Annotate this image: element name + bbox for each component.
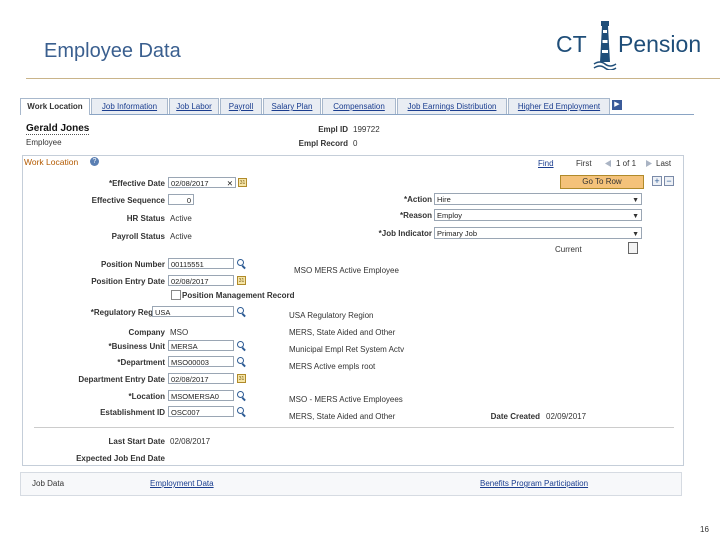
payroll-status-value: Active [170,232,192,241]
company-label: Company [128,328,165,337]
action-select[interactable]: Hire ▼ [434,193,642,205]
last-start-date-label: Last Start Date [108,437,165,446]
hr-status-label: HR Status [126,214,165,223]
tab-job-earnings-distribution[interactable]: Job Earnings Distribution [397,98,507,114]
chevron-down-icon: ▼ [632,213,639,220]
page-number: 16 [700,525,709,534]
position-management-label: Position Management Record [182,291,295,300]
effective-date-input[interactable]: 02/08/2017 ✕ [168,177,236,188]
payroll-status-label: Payroll Status [111,232,165,241]
tab-compensation[interactable]: Compensation [322,98,396,114]
position-management-checkbox[interactable] [171,290,181,300]
current-label: Current [555,245,582,254]
empl-id-value: 199722 [353,125,380,134]
department-entry-date-label: Department Entry Date [78,375,165,384]
date-created-value: 02/09/2017 [546,412,587,421]
search-icon[interactable] [237,407,246,416]
tab-job-information[interactable]: Job Information [91,98,168,114]
calendar-icon[interactable]: 31 [238,178,247,187]
previous-arrow-icon[interactable] [604,159,612,168]
tab-next-arrow-icon[interactable]: ▶ [612,100,622,110]
empl-record-label: Empl Record [298,139,348,148]
row-count: 1 of 1 [616,159,637,168]
chevron-down-icon: ▼ [632,197,639,204]
department-entry-date-input[interactable]: 02/08/2017 [168,373,234,384]
effective-sequence-label: Effective Sequence [91,196,165,205]
department-label: *Department [117,358,165,367]
section-title: Work Location [24,157,79,167]
clear-icon[interactable]: ✕ [227,178,233,187]
search-icon[interactable] [237,341,246,350]
delete-row-icon[interactable]: − [664,176,674,186]
regulatory-region-description: USA Regulatory Region [289,311,374,320]
reason-select[interactable]: Employ ▼ [434,209,642,221]
tab-job-labor[interactable]: Job Labor [169,98,219,114]
establishment-id-input[interactable]: OSC007 [168,406,234,417]
employment-data-link[interactable]: Employment Data [150,479,214,488]
slide-title: Employee Data [44,40,181,62]
regulatory-region-label: *Regulatory Region [90,308,165,317]
first-link[interactable]: First [576,159,592,168]
location-label: *Location [128,392,165,401]
position-entry-date-label: Position Entry Date [91,277,165,286]
regulatory-region-input[interactable]: USA [152,306,234,317]
calendar-icon[interactable]: 31 [237,276,246,285]
department-input[interactable]: MSO00003 [168,356,234,367]
tab-payroll[interactable]: Payroll [220,98,262,114]
job-indicator-select[interactable]: Primary Job ▼ [434,227,642,239]
business-unit-label: *Business Unit [108,342,165,351]
business-unit-input[interactable]: MERSA [168,340,234,351]
header-divider [26,78,720,79]
company-value: MSO [170,328,189,337]
job-indicator-label: *Job Indicator [378,229,432,238]
employee-type: Employee [26,138,62,147]
establishment-id-label: Establishment ID [100,408,165,417]
business-unit-description: Municipal Empl Ret System Actv [289,345,405,354]
position-entry-date-input[interactable]: 02/08/2017 [168,275,234,286]
logo-pension-text: Pension [618,31,702,57]
effective-date-label: *Effective Date [108,179,165,188]
document-icon[interactable] [628,242,638,254]
lighthouse-icon [593,21,617,70]
section-divider [34,427,674,428]
tab-higher-ed-employment[interactable]: Higher Ed Employment [508,98,610,114]
calendar-icon[interactable]: 31 [237,374,246,383]
search-icon[interactable] [237,391,246,400]
find-link[interactable]: Find [538,159,554,168]
reason-label: *Reason [399,211,432,220]
help-icon[interactable]: ? [90,157,99,166]
search-icon[interactable] [237,357,246,366]
chevron-down-icon: ▼ [632,231,639,238]
position-number-input[interactable]: 00115551 [168,258,234,269]
ct-pension-logo: CT Pension [556,18,708,70]
date-created-label: Date Created [490,412,540,421]
add-row-icon[interactable]: + [652,176,662,186]
tab-bar: Work Location Job Information Job Labor … [20,98,694,115]
benefits-program-link[interactable]: Benefits Program Participation [480,479,588,488]
search-icon[interactable] [237,259,246,268]
tab-work-location[interactable]: Work Location [20,98,90,115]
department-description: MERS Active empls root [289,362,376,371]
position-number-label: Position Number [100,260,165,269]
go-to-row-button[interactable]: Go To Row [560,175,644,189]
expected-job-end-date-label: Expected Job End Date [76,454,165,463]
location-input[interactable]: MSOMERSA0 [168,390,234,401]
empl-id-label: Empl ID [318,125,348,134]
search-icon[interactable] [237,307,246,316]
job-data-label: Job Data [32,479,65,488]
establishment-description: MERS, State Aided and Other [289,412,396,421]
effective-sequence-input[interactable]: 0 [168,194,194,205]
last-start-date-value: 02/08/2017 [170,437,211,446]
next-arrow-icon[interactable] [645,159,653,168]
logo-ct-text: CT [556,31,587,57]
hr-status-value: Active [170,214,192,223]
tab-salary-plan[interactable]: Salary Plan [263,98,321,114]
action-label: *Action [404,195,432,204]
company-description: MERS, State Aided and Other [289,328,396,337]
employee-name: Gerald Jones [26,123,90,135]
location-description: MSO - MERS Active Employees [289,395,403,404]
position-description: MSO MERS Active Employee [294,266,399,275]
empl-record-value: 0 [353,139,358,148]
last-link[interactable]: Last [656,159,671,168]
